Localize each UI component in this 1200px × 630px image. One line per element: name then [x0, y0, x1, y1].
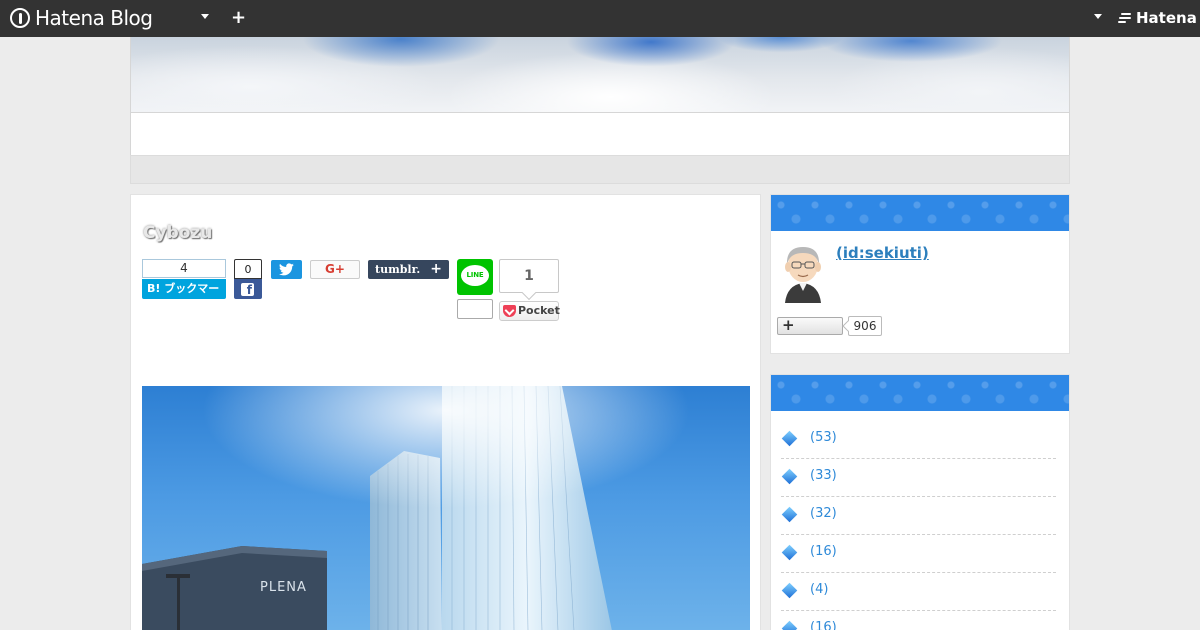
add-post-button[interactable]: + — [231, 7, 246, 29]
profile-module-header — [771, 195, 1069, 231]
facebook-f-icon: f — [241, 283, 254, 297]
category-diamond-icon — [781, 620, 798, 630]
hatena-logo-icon — [1118, 12, 1132, 24]
chevron-down-icon[interactable] — [201, 14, 209, 19]
hatena-blog-logo[interactable]: Hatena Blog — [10, 6, 153, 30]
blog-header-image[interactable] — [130, 37, 1070, 113]
brand-name: Hatena Blog — [35, 6, 153, 30]
line-share-button[interactable]: LINE — [457, 259, 493, 295]
category-diamond-icon — [781, 582, 798, 599]
tumblr-share-button[interactable]: tumblr. + — [368, 260, 449, 279]
twitter-share-button[interactable] — [271, 260, 302, 279]
google-plus-button[interactable]: G+ — [310, 260, 360, 279]
line-count — [457, 299, 493, 319]
subscribe-button[interactable]: + — [777, 316, 843, 335]
category-diamond-icon — [781, 430, 798, 447]
pocket-label: Pocket — [518, 304, 560, 317]
list-item[interactable]: (33) — [781, 459, 1056, 497]
subscriber-count: 906 — [848, 316, 882, 336]
category-count[interactable]: (32) — [810, 506, 837, 521]
pocket-icon — [503, 305, 516, 317]
category-diamond-icon — [781, 506, 798, 523]
twitter-bird-icon — [279, 263, 294, 276]
chevron-down-icon[interactable] — [1094, 14, 1102, 19]
facebook-count: 0 — [234, 259, 262, 279]
pocket-count: 1 — [499, 259, 559, 293]
list-item[interactable]: (53) — [781, 421, 1056, 459]
hatena-label: Hatena — [1136, 9, 1197, 27]
facebook-label[interactable]: f — [234, 279, 262, 299]
category-list: (53) (33) (32) (16) (4) (16) — [781, 421, 1056, 630]
global-header: Hatena Blog + Hatena — [0, 0, 1200, 37]
hatena-bookmark-button[interactable]: 4 B! ブックマーク — [142, 259, 226, 315]
plus-icon: + — [430, 261, 442, 277]
category-module-header — [771, 375, 1069, 411]
category-count[interactable]: (16) — [810, 620, 837, 630]
list-item[interactable]: (16) — [781, 535, 1056, 573]
category-module: (53) (33) (32) (16) (4) (16) — [770, 374, 1070, 630]
blog-nav-bar — [130, 155, 1070, 184]
hatena-bookmark-label[interactable]: B! ブックマーク — [142, 279, 226, 315]
entry-title[interactable]: Cybozu — [143, 223, 212, 243]
category-count[interactable]: (33) — [810, 468, 837, 483]
list-item[interactable]: (4) — [781, 573, 1056, 611]
hatena-blog-logo-icon — [10, 8, 30, 28]
avatar-image — [785, 247, 821, 303]
pocket-save-button[interactable]: Pocket — [499, 301, 560, 321]
category-diamond-icon — [781, 468, 798, 485]
plena-sign: PLENA — [260, 580, 307, 595]
category-diamond-icon — [781, 544, 798, 561]
entry-article: Cybozu 4 B! ブックマーク 0 f G+ tumblr. + LINE… — [130, 194, 761, 630]
category-count[interactable]: (16) — [810, 544, 837, 559]
plus-icon: + — [782, 316, 795, 334]
tumblr-label: tumblr. — [375, 263, 421, 276]
category-count[interactable]: (4) — [810, 582, 828, 597]
list-item[interactable]: (32) — [781, 497, 1056, 535]
entry-photo[interactable]: PLENA — [142, 386, 750, 630]
hatena-bookmark-count[interactable]: 4 — [142, 259, 226, 278]
facebook-share-button[interactable]: 0 f — [234, 259, 262, 299]
list-item[interactable]: (16) — [781, 611, 1056, 630]
blog-title-area — [130, 113, 1070, 155]
avatar[interactable] — [779, 241, 827, 305]
line-icon: LINE — [461, 265, 489, 286]
profile-module: (id:sekiuti) + 906 — [770, 194, 1070, 354]
entry-photo-image: PLENA — [142, 386, 750, 630]
profile-id-link[interactable]: (id:sekiuti) — [836, 244, 929, 262]
category-count[interactable]: (53) — [810, 430, 837, 445]
hatena-link[interactable]: Hatena — [1118, 9, 1197, 27]
